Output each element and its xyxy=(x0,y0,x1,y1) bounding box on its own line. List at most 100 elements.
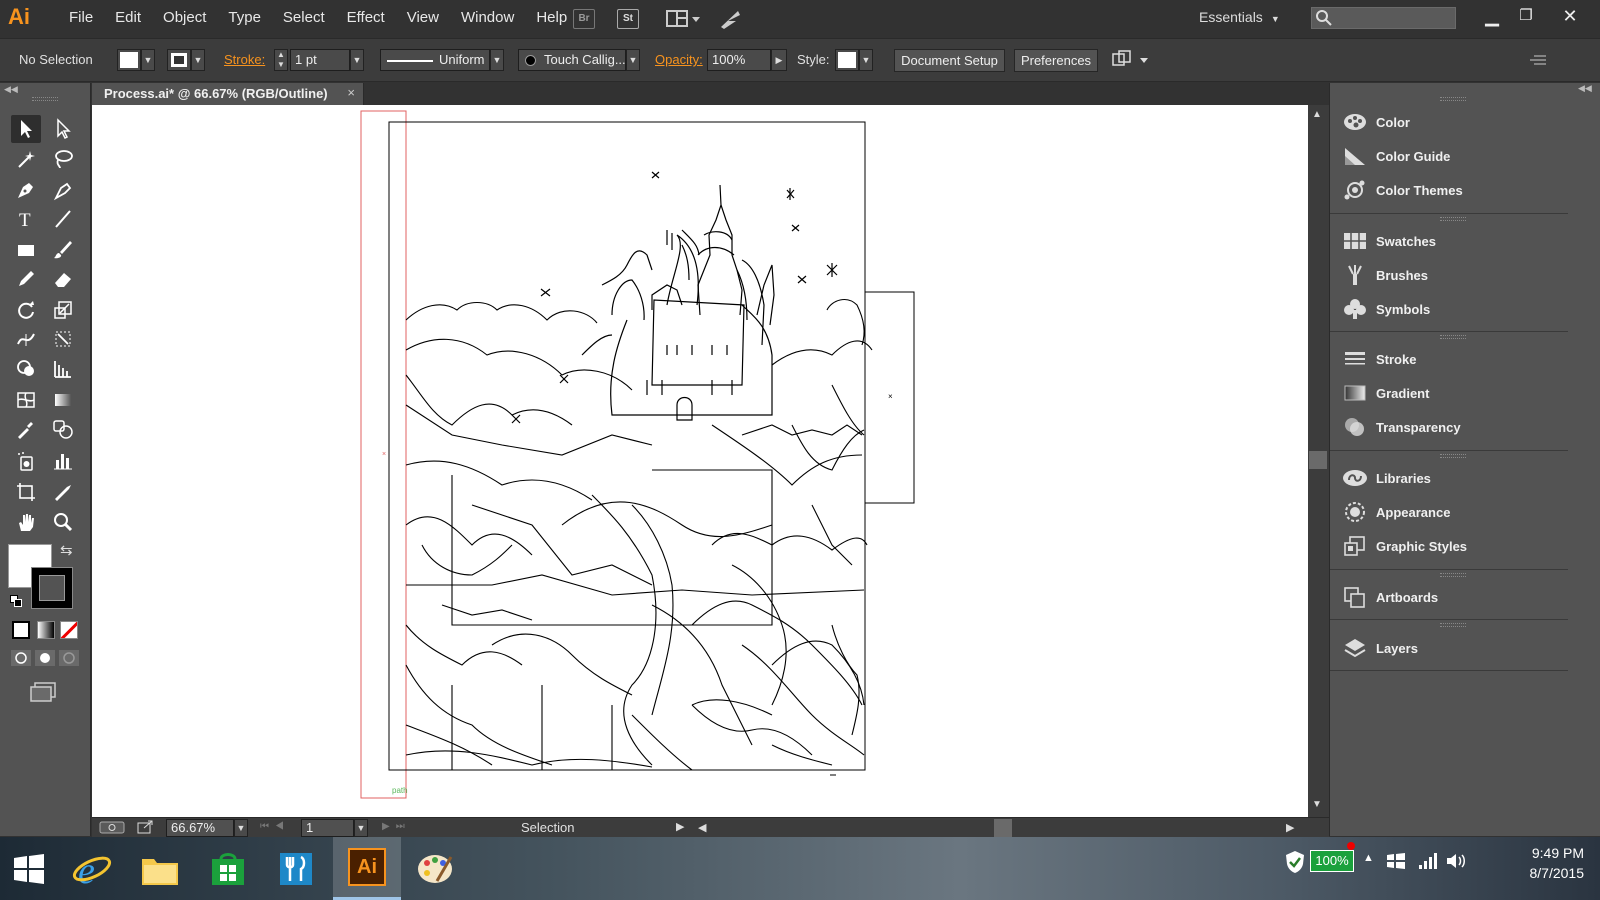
menu-edit[interactable]: Edit xyxy=(104,0,152,36)
color-mode-icon[interactable] xyxy=(12,621,30,639)
start-button[interactable] xyxy=(0,837,58,900)
slice-tool-icon[interactable] xyxy=(48,478,78,506)
menu-view[interactable]: View xyxy=(396,0,450,36)
drawing-modes-icon[interactable] xyxy=(10,649,80,667)
close-button[interactable]: ✕ xyxy=(1552,2,1588,30)
curvature-tool-icon[interactable] xyxy=(48,176,78,204)
panel-symbols[interactable]: Symbols xyxy=(1330,292,1600,326)
menu-window[interactable]: Window xyxy=(450,0,525,36)
opacity-arrow[interactable]: ▶ xyxy=(771,49,787,71)
stroke-weight-stepper[interactable]: ▲ ▼ xyxy=(274,49,288,71)
panel-stroke[interactable]: Stroke xyxy=(1330,342,1600,376)
panel-group-grip[interactable] xyxy=(1440,454,1466,458)
direct-selection-tool-icon[interactable] xyxy=(48,115,78,143)
stroke-color-box[interactable] xyxy=(31,567,73,609)
artboard-first-prev-icon[interactable]: ⏮◀ xyxy=(260,821,290,832)
menu-type[interactable]: Type xyxy=(217,0,272,36)
pencil-tool-icon[interactable] xyxy=(11,265,41,293)
blend-tool-icon[interactable] xyxy=(48,415,78,443)
menu-help[interactable]: Help xyxy=(525,0,578,36)
artboard-tool-icon[interactable] xyxy=(11,478,41,506)
zoom-field[interactable]: 66.67% xyxy=(166,819,234,837)
restore-button[interactable]: ❐ xyxy=(1508,2,1544,30)
share-icon[interactable] xyxy=(136,820,154,835)
panel-color[interactable]: Color xyxy=(1330,105,1600,139)
fill-swatch[interactable] xyxy=(117,49,141,71)
stroke-weight-dropdown[interactable]: ▼ xyxy=(350,49,364,71)
panel-appearance[interactable]: Appearance xyxy=(1330,495,1600,529)
variable-width-profile[interactable]: Uniform xyxy=(380,49,490,71)
paintbrush-tool-icon[interactable] xyxy=(48,236,78,264)
style-dropdown[interactable]: ▼ xyxy=(859,49,873,71)
canvas[interactable]: × × path xyxy=(92,105,1308,817)
scroll-right-icon[interactable]: ▶ xyxy=(1286,821,1294,834)
panel-group-grip[interactable] xyxy=(1440,97,1466,101)
gradient-mode-icon[interactable] xyxy=(37,621,55,639)
opacity-label[interactable]: Opacity: xyxy=(655,52,703,67)
brush-dropdown[interactable]: ▼ xyxy=(626,49,640,71)
vertical-scrollbar[interactable]: ▲ ▼ xyxy=(1308,105,1329,817)
rotate-tool-icon[interactable] xyxy=(11,296,41,324)
panel-libraries[interactable]: Libraries xyxy=(1330,461,1600,495)
free-transform-tool-icon[interactable] xyxy=(48,325,78,353)
selection-tool-icon[interactable] xyxy=(11,115,41,143)
document-tab[interactable]: Process.ai* @ 66.67% (RGB/Outline) × xyxy=(92,83,364,105)
panel-color-themes[interactable]: Color Themes xyxy=(1330,173,1600,207)
eyedropper-tool-icon[interactable] xyxy=(11,415,41,443)
gpu-status-icon[interactable] xyxy=(98,820,128,835)
rectangle-tool-icon[interactable] xyxy=(11,236,41,264)
shape-builder-tool-icon[interactable] xyxy=(11,355,41,383)
zoom-tool-icon[interactable] xyxy=(48,508,78,536)
vertical-scroll-thumb[interactable] xyxy=(1309,451,1327,469)
panel-group-grip[interactable] xyxy=(1440,623,1466,627)
scroll-up-icon[interactable]: ▲ xyxy=(1312,109,1322,120)
style-swatch[interactable] xyxy=(835,49,859,71)
panel-graphic-styles[interactable]: Graphic Styles xyxy=(1330,529,1600,563)
line-tool-icon[interactable] xyxy=(48,205,78,233)
screen-mode-icon[interactable] xyxy=(28,680,58,702)
taskbar-clock[interactable]: 9:49 PM 8/7/2015 xyxy=(1530,843,1585,883)
network-icon[interactable] xyxy=(1417,851,1439,871)
taskbar-internet-explorer[interactable]: e xyxy=(58,837,126,900)
security-shield-icon[interactable] xyxy=(1284,850,1306,874)
swap-fill-stroke-icon[interactable]: ⇆ xyxy=(60,541,73,559)
arrange-documents-icon[interactable] xyxy=(666,9,706,29)
gpu-performance-icon[interactable] xyxy=(718,7,744,31)
expand-panels-icon[interactable]: ◀◀ xyxy=(1578,83,1592,94)
taskbar-paint[interactable] xyxy=(401,837,469,900)
pen-tool-icon[interactable] xyxy=(11,176,41,204)
stroke-swatch[interactable] xyxy=(167,49,191,71)
taskbar-file-explorer[interactable] xyxy=(126,837,194,900)
workspace-switcher[interactable]: Essentials ▼ xyxy=(1199,9,1280,25)
show-hidden-icons[interactable]: ▲ xyxy=(1363,852,1374,864)
preferences-button[interactable]: Preferences xyxy=(1014,49,1098,72)
opacity-field[interactable]: 100% xyxy=(707,49,771,71)
gradient-tool-icon[interactable] xyxy=(48,386,78,414)
horizontal-scrollbar[interactable]: ◀ ▶ xyxy=(696,819,1299,837)
panel-transparency[interactable]: Transparency xyxy=(1330,410,1600,444)
artboard-dropdown[interactable]: ▼ xyxy=(354,819,368,837)
none-mode-icon[interactable] xyxy=(60,621,78,639)
panel-group-grip[interactable] xyxy=(1440,217,1466,221)
type-tool-icon[interactable]: T xyxy=(11,205,41,233)
taskbar-store[interactable] xyxy=(194,837,262,900)
panel-group-grip[interactable] xyxy=(1440,335,1466,339)
mesh-tool-icon[interactable] xyxy=(11,386,41,414)
zoom-dropdown[interactable]: ▼ xyxy=(234,819,248,837)
default-colors-icon[interactable] xyxy=(10,595,22,607)
minimize-button[interactable]: ▁ xyxy=(1474,2,1510,30)
brush-definition[interactable]: Touch Callig... xyxy=(518,49,626,71)
panel-swatches[interactable]: Swatches xyxy=(1330,224,1600,258)
artboard-number-field[interactable]: 1 xyxy=(301,819,354,837)
stroke-label[interactable]: Stroke: xyxy=(224,52,265,67)
panel-artboards[interactable]: Artboards xyxy=(1330,580,1600,614)
lasso-tool-icon[interactable] xyxy=(48,145,78,173)
panel-color-guide[interactable]: Color Guide xyxy=(1330,139,1600,173)
taskbar-food-app[interactable] xyxy=(262,837,330,900)
menu-effect[interactable]: Effect xyxy=(336,0,396,36)
column-graph-tool-icon[interactable] xyxy=(48,447,78,475)
scale-tool-icon[interactable] xyxy=(48,296,78,324)
panel-layers[interactable]: Layers xyxy=(1330,631,1600,665)
menu-object[interactable]: Object xyxy=(152,0,217,36)
artwork[interactable]: × × path xyxy=(92,105,1308,817)
